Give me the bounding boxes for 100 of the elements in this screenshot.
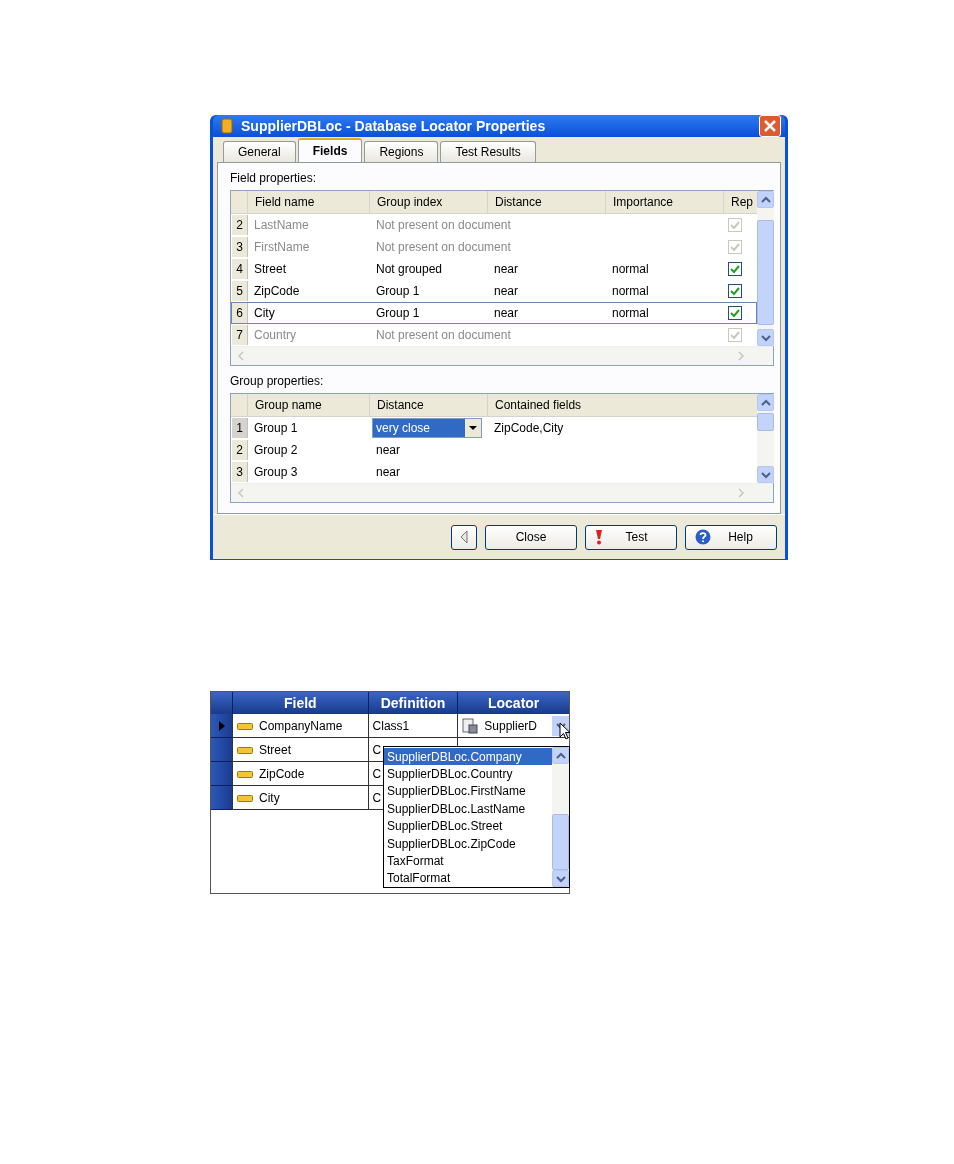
column-header[interactable]: Group index [369, 191, 487, 213]
database-icon [221, 118, 233, 134]
scroll-thumb[interactable] [552, 814, 569, 870]
table-cell: ZipCode [254, 284, 300, 298]
table-cell: normal [612, 262, 649, 276]
table-cell: Street [254, 262, 286, 276]
back-button[interactable] [451, 524, 477, 550]
dropdown-item[interactable]: SupplierDBLoc.FirstName [384, 782, 552, 801]
exclamation-icon[interactable] [595, 529, 603, 545]
tab[interactable]: Test Results [440, 141, 536, 162]
test-button[interactable]: Test [585, 524, 677, 550]
dropdown-item[interactable]: SupplierDBLoc.Country [384, 765, 552, 783]
table-cell: Country [254, 328, 297, 342]
scroll-up-icon[interactable] [552, 747, 569, 764]
table-cell: Group 1 [254, 421, 298, 435]
section-label: Field properties: [230, 171, 317, 185]
field-icon [237, 721, 253, 730]
table-cell: C [372, 742, 382, 757]
column-header[interactable]: Rep [723, 191, 755, 213]
dropdown-item[interactable]: TaxFormat [384, 852, 552, 870]
scroll-down-icon[interactable] [757, 466, 774, 483]
table-cell: near [376, 465, 401, 479]
column-header[interactable]: Group name [247, 394, 369, 416]
table-cell: CompanyName [259, 718, 343, 733]
table-cell: ZipCode [259, 766, 305, 781]
table-cell: C [372, 766, 382, 781]
column-header[interactable]: Field [232, 692, 368, 714]
back-arrow-icon[interactable] [459, 530, 469, 544]
row-selector[interactable] [211, 738, 232, 762]
vertical-scrollbar[interactable] [757, 191, 774, 346]
column-header[interactable]: Distance [487, 191, 605, 213]
window-title: SupplierDBLoc - Database Locator Properties [241, 118, 547, 134]
row-number: 4 [232, 259, 248, 279]
scroll-down-icon[interactable] [757, 329, 774, 346]
table-cell: City [254, 306, 275, 320]
dropdown-item[interactable]: SupplierDBLoc.ZipCode [384, 834, 552, 853]
help-icon[interactable] [695, 529, 711, 545]
row-number: 3 [232, 237, 248, 257]
row-number: 2 [232, 440, 248, 460]
table-cell: normal [612, 284, 649, 298]
dropdown-item[interactable]: SupplierDBLoc.LastName [384, 800, 552, 818]
row-number: 6 [232, 303, 248, 323]
table-cell: near [494, 306, 519, 320]
scroll-down-icon[interactable] [552, 870, 569, 887]
section-label: Group properties: [230, 374, 324, 388]
field-icon [237, 745, 253, 754]
table-cell: SupplierD [484, 718, 538, 733]
dropdown-item[interactable]: TotalFormat [384, 869, 552, 887]
row-selector[interactable] [211, 762, 232, 786]
scroll-thumb[interactable] [757, 413, 774, 431]
checkbox[interactable] [728, 284, 742, 298]
table-cell: ZipCode,City [494, 421, 564, 435]
field-icon [237, 769, 253, 778]
column-header[interactable]: Definition [367, 692, 458, 714]
dropdown-item[interactable]: SupplierDBLoc.Company [384, 748, 552, 766]
table-cell: Street [259, 742, 291, 757]
table-cell: Group 3 [254, 465, 298, 479]
tab[interactable]: Regions [364, 141, 439, 162]
tab[interactable]: Fields [297, 138, 363, 162]
document-icon [462, 717, 479, 734]
table-cell: City [259, 790, 280, 805]
column-header[interactable]: Field name [247, 191, 369, 213]
table-cell: Group 1 [376, 284, 420, 298]
row-number: 3 [232, 462, 248, 482]
table-cell: near [376, 443, 401, 457]
help-button[interactable]: Help [685, 524, 777, 550]
tab[interactable]: General [223, 141, 296, 162]
row-number: 2 [232, 215, 248, 235]
distance-dropdown[interactable]: very close [372, 418, 482, 438]
table-cell: C [372, 790, 382, 805]
vertical-scrollbar[interactable] [552, 747, 569, 887]
table-cell: near [494, 284, 519, 298]
column-header[interactable]: Importance [605, 191, 723, 213]
table-cell: FirstName [254, 240, 310, 254]
table-cell: normal [612, 306, 649, 320]
scroll-up-icon[interactable] [757, 191, 774, 208]
vertical-scrollbar[interactable] [757, 394, 774, 483]
table-cell: LastName [254, 218, 309, 232]
row-number: 1 [232, 418, 248, 438]
row-selector[interactable] [211, 786, 232, 810]
column-header[interactable]: Locator [457, 692, 569, 714]
scroll-up-icon[interactable] [757, 394, 774, 411]
table-cell: Not grouped [376, 262, 443, 276]
column-header[interactable]: Contained fields [487, 394, 755, 416]
table-cell: Not present on document [376, 240, 511, 254]
row-number: 5 [232, 281, 248, 301]
table-cell: Class1 [372, 718, 410, 733]
row-selector[interactable] [211, 714, 232, 738]
field-icon [237, 793, 253, 802]
dropdown-item[interactable]: SupplierDBLoc.Street [384, 817, 552, 835]
checkbox[interactable] [728, 306, 742, 320]
row-number: 7 [232, 325, 248, 345]
table-cell: Not present on document [376, 218, 511, 232]
table-cell: Group 2 [254, 443, 298, 457]
checkbox[interactable] [728, 262, 742, 276]
column-header[interactable]: Distance [369, 394, 487, 416]
table-cell: Group 1 [376, 306, 420, 320]
table-cell: Not present on document [376, 328, 511, 342]
close-button[interactable]: Close [485, 524, 577, 550]
scroll-thumb[interactable] [757, 220, 774, 325]
